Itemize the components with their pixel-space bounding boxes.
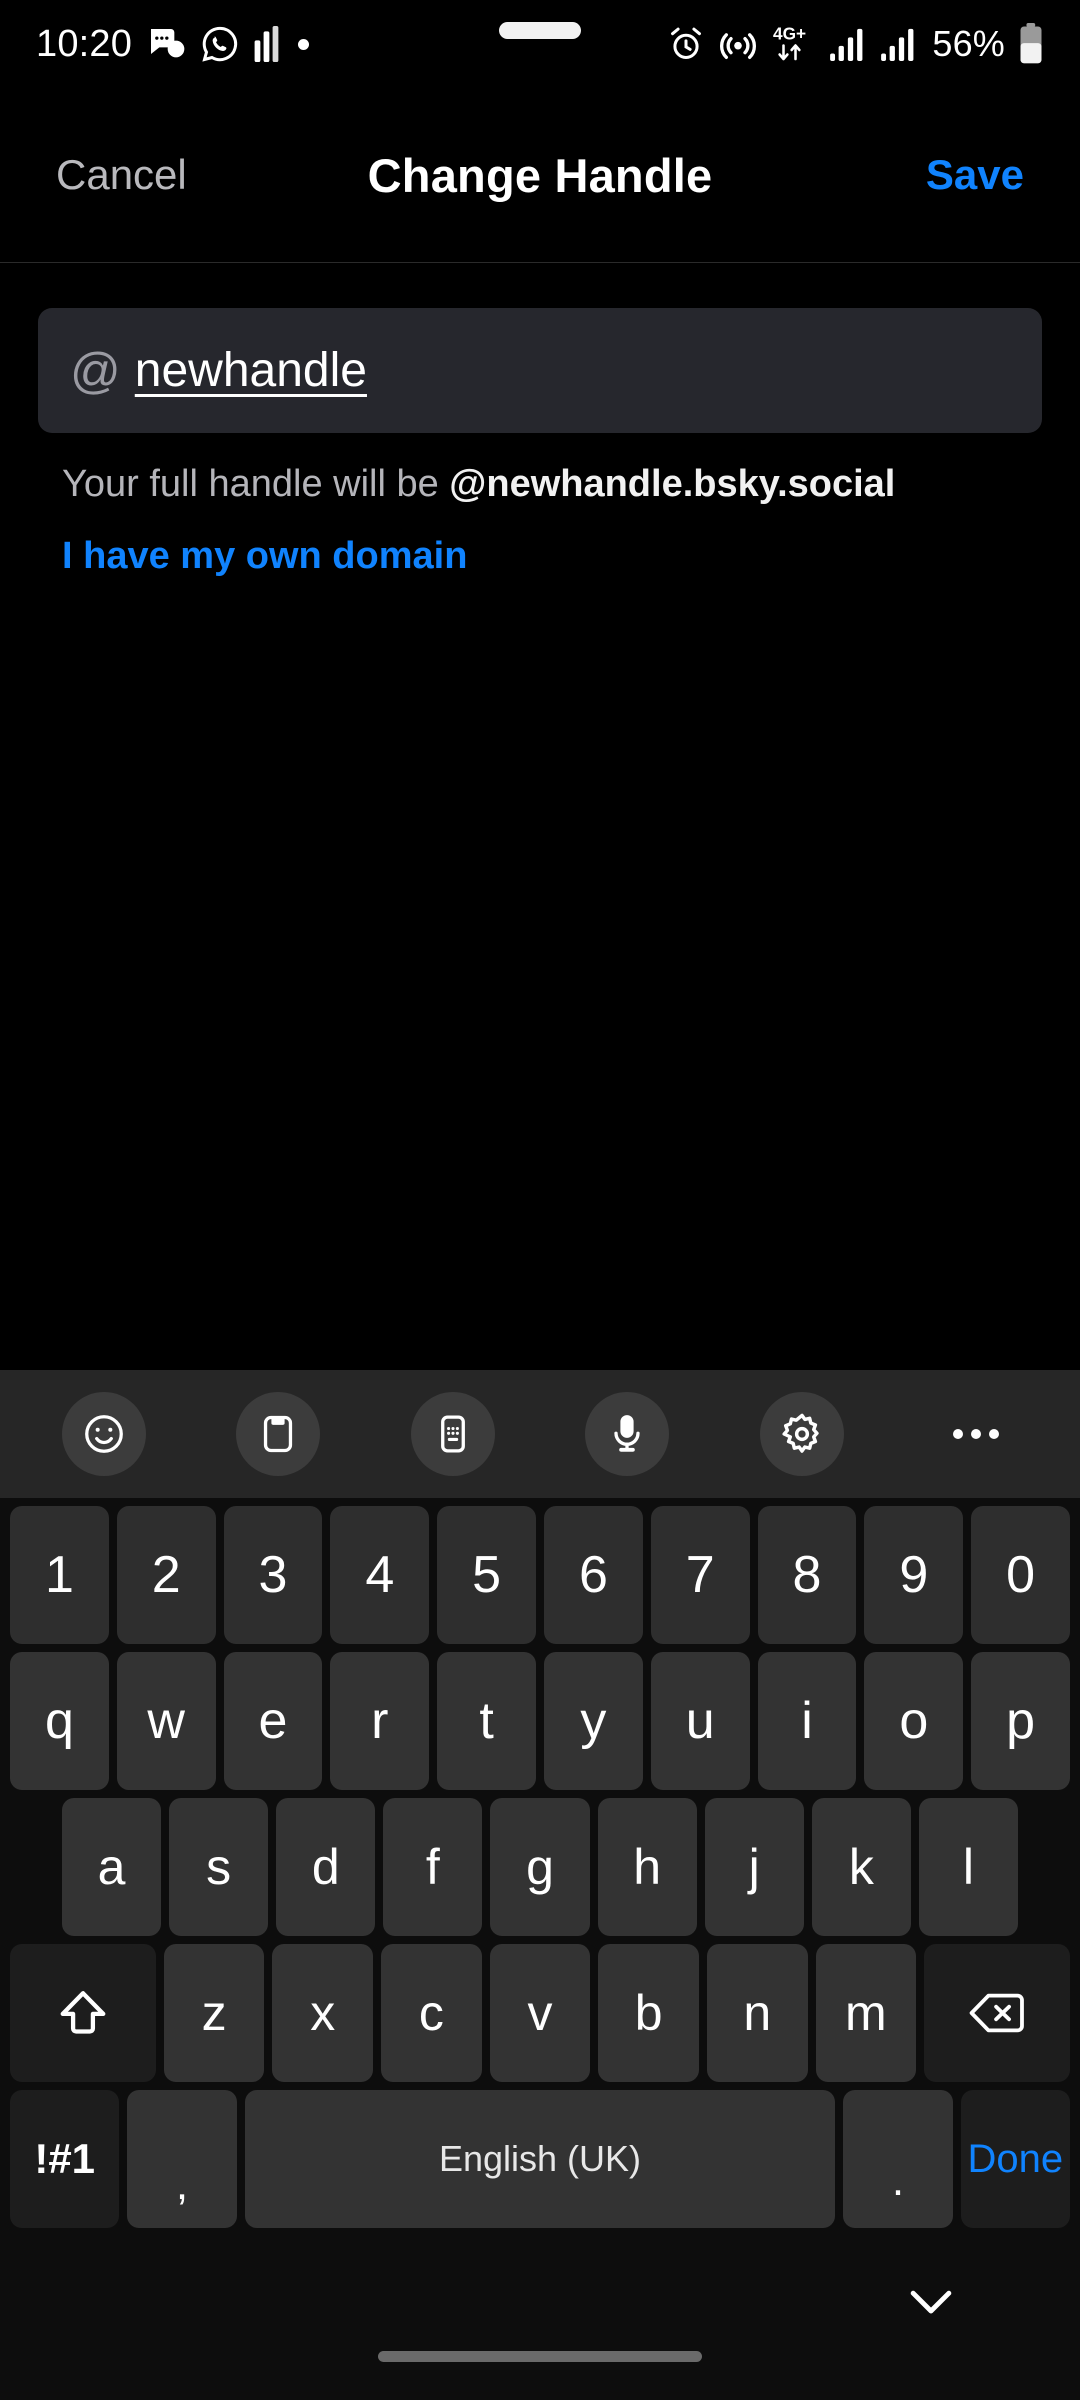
key-e[interactable]: e [223, 1652, 323, 1790]
key-4[interactable]: 4 [330, 1506, 430, 1644]
cancel-button[interactable]: Cancel [56, 151, 187, 199]
key-d[interactable]: d [276, 1798, 376, 1936]
keyboard-row-numbers: 1 2 3 4 5 6 7 8 9 0 [6, 1506, 1074, 1644]
space-key[interactable]: English (UK) [244, 2090, 836, 2228]
camera-punch-hole [499, 22, 581, 39]
key-h[interactable]: h [597, 1798, 697, 1936]
hotspot-icon [718, 24, 758, 64]
network-4g-plus-icon: 4G+ [771, 23, 817, 65]
home-gesture-bar[interactable] [378, 2351, 702, 2362]
key-s[interactable]: s [169, 1798, 269, 1936]
key-f[interactable]: f [383, 1798, 483, 1936]
keyboard-row-space: !#1 , English (UK) . Done [6, 2090, 1074, 2228]
key-l[interactable]: l [918, 1798, 1018, 1936]
key-5[interactable]: 5 [437, 1506, 536, 1644]
key-a[interactable]: a [62, 1798, 162, 1936]
phone-screen: 10:20 4G+ 56% Cancel Change Handle Save … [0, 0, 1080, 2400]
svg-text:4G+: 4G+ [773, 24, 806, 44]
keyboard-row-home: a s d f g h j k l [6, 1798, 1074, 1936]
alarm-icon [667, 25, 705, 63]
handle-input-value[interactable]: newhandle [135, 343, 367, 398]
on-screen-keyboard: 1 2 3 4 5 6 7 8 9 0 q w e r t y u i o p … [0, 1370, 1080, 2400]
keyboard-row-top: q w e r t y u i o p [6, 1652, 1074, 1790]
messages-icon [146, 24, 186, 64]
backspace-key[interactable] [924, 1944, 1071, 2082]
settings-gear-icon[interactable] [759, 1392, 844, 1476]
status-bar-right: 4G+ 56% [667, 23, 1044, 65]
key-1[interactable]: 1 [10, 1506, 109, 1644]
one-handed-mode-icon[interactable] [410, 1392, 495, 1476]
key-n[interactable]: n [706, 1944, 808, 2082]
full-handle-helper-text: Your full handle will be @newhandle.bsky… [62, 463, 1042, 506]
backspace-icon [968, 1989, 1026, 2037]
keyboard-row-bottom-letters: z x c v b n m [6, 1944, 1074, 2082]
navigation-header: Cancel Change Handle Save [0, 88, 1080, 263]
key-o[interactable]: o [864, 1652, 964, 1790]
chevron-down-icon[interactable] [902, 2278, 960, 2324]
key-t[interactable]: t [437, 1652, 536, 1790]
status-bar-left: 10:20 [36, 22, 310, 66]
status-bar-clock: 10:20 [36, 22, 133, 65]
own-domain-link[interactable]: I have my own domain [62, 535, 467, 578]
shift-icon [56, 1986, 110, 2040]
key-m[interactable]: m [815, 1944, 917, 2082]
at-symbol-icon: @ [70, 342, 121, 399]
key-2[interactable]: 2 [116, 1506, 216, 1644]
main-content: @ newhandle Your full handle will be @ne… [0, 263, 1080, 1370]
keyboard-toolbar [0, 1370, 1080, 1498]
emoji-icon[interactable] [62, 1392, 146, 1476]
key-v[interactable]: v [489, 1944, 591, 2082]
system-navigation-bar [0, 2250, 1080, 2400]
key-r[interactable]: r [330, 1652, 430, 1790]
signal-chart-icon [254, 26, 284, 62]
key-0[interactable]: 0 [971, 1506, 1070, 1644]
comma-key[interactable]: , [127, 2090, 237, 2228]
full-handle-value: @newhandle.bsky.social [449, 463, 896, 505]
key-g[interactable]: g [490, 1798, 590, 1936]
key-z[interactable]: z [163, 1944, 265, 2082]
key-q[interactable]: q [10, 1652, 109, 1790]
key-x[interactable]: x [272, 1944, 374, 2082]
key-p[interactable]: p [971, 1652, 1070, 1790]
key-k[interactable]: k [811, 1798, 911, 1936]
symbols-key[interactable]: !#1 [10, 2090, 120, 2228]
key-6[interactable]: 6 [544, 1506, 643, 1644]
status-bar: 10:20 4G+ 56% [0, 0, 1080, 88]
signal-bars-sim2-icon [881, 27, 919, 61]
helper-prefix-label: Your full handle will be [62, 463, 450, 505]
key-b[interactable]: b [598, 1944, 699, 2082]
shift-key[interactable] [10, 1944, 156, 2082]
dot-indicator-icon [298, 38, 310, 50]
handle-input-field[interactable]: @ newhandle [38, 308, 1042, 433]
done-key[interactable]: Done [960, 2090, 1070, 2228]
key-7[interactable]: 7 [650, 1506, 750, 1644]
key-c[interactable]: c [381, 1944, 482, 2082]
key-i[interactable]: i [757, 1652, 857, 1790]
battery-percent-label: 56% [932, 23, 1005, 64]
key-3[interactable]: 3 [223, 1506, 323, 1644]
key-w[interactable]: w [116, 1652, 216, 1790]
key-8[interactable]: 8 [757, 1506, 857, 1644]
battery-icon [1018, 23, 1044, 65]
overflow-menu-icon[interactable] [934, 1392, 1018, 1476]
key-u[interactable]: u [650, 1652, 750, 1790]
period-key[interactable]: . [843, 2090, 953, 2228]
whatsapp-icon [200, 24, 240, 64]
signal-bars-sim1-icon [830, 27, 868, 61]
key-y[interactable]: y [544, 1652, 643, 1790]
microphone-icon[interactable] [585, 1392, 670, 1476]
keyboard-key-rows: 1 2 3 4 5 6 7 8 9 0 q w e r t y u i o p … [0, 1498, 1080, 2228]
clipboard-icon[interactable] [236, 1392, 321, 1476]
key-j[interactable]: j [704, 1798, 804, 1936]
save-button[interactable]: Save [926, 151, 1024, 199]
key-9[interactable]: 9 [864, 1506, 964, 1644]
